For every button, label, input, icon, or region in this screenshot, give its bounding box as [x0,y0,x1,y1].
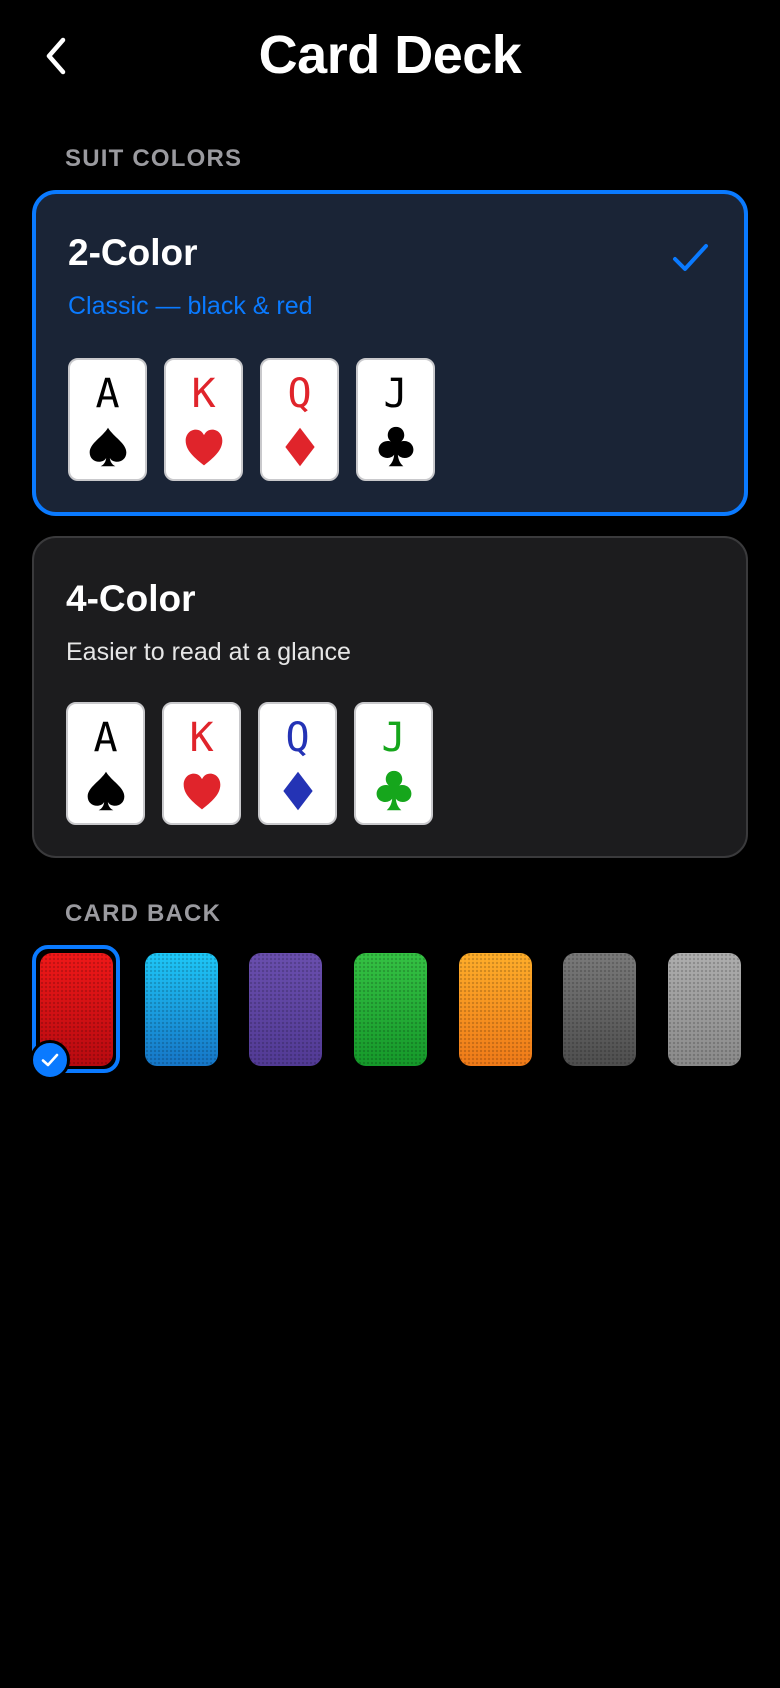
playing-card-a: A [68,358,147,481]
checkmark-icon [673,244,708,271]
card-back-pattern [668,953,741,1066]
heart-icon [166,425,241,469]
card-preview-row: AKQJ [66,702,433,825]
card-back-green[interactable] [354,953,427,1066]
diamond-icon [262,425,337,469]
card-back-orange[interactable] [459,953,532,1066]
playing-card-k: K [164,358,243,481]
card-back-pattern [354,953,427,1066]
club-icon [356,769,431,813]
playing-card-k: K [162,702,241,825]
card-back-picker [0,945,780,1080]
header: Card Deck [0,0,780,115]
card-back-purple[interactable] [249,953,322,1066]
card-back-pattern [563,953,636,1066]
suit-colors-section-label: SUIT COLORS [65,145,243,172]
option-subtitle: Classic — black & red [68,292,313,320]
card-back-dark-gray[interactable] [563,953,636,1066]
card-rank: K [189,715,214,761]
spade-icon [70,425,145,469]
selected-badge-check-icon [30,1040,70,1080]
option-2-color[interactable]: 2-Color Classic — black & red A K Q J [32,190,748,516]
option-subtitle: Easier to read at a glance [66,638,351,666]
card-back-section-label: CARD BACK [65,900,222,927]
card-rank: J [383,371,408,417]
card-back-light-gray[interactable] [668,953,741,1066]
card-preview-row: AKQJ [68,358,435,481]
diamond-icon [260,769,335,813]
card-rank: A [93,715,118,761]
card-deck-screen: Card Deck SUIT COLORS 2-Color Classic — … [0,0,780,1688]
card-back-pattern [145,953,218,1066]
card-rank: Q [287,371,312,417]
option-title: 2-Color [68,232,198,273]
playing-card-j: J [354,702,433,825]
club-icon [358,425,433,469]
card-back-pattern [249,953,322,1066]
card-rank: Q [285,715,310,761]
spade-icon [68,769,143,813]
page-title: Card Deck [258,25,522,85]
playing-card-j: J [356,358,435,481]
option-title: 4-Color [66,578,196,619]
playing-card-q: Q [258,702,337,825]
card-back-pattern [459,953,532,1066]
option-4-color[interactable]: 4-Color Easier to read at a glance A K Q J [32,536,748,858]
card-rank: K [191,371,216,417]
card-rank: A [95,371,120,417]
playing-card-a: A [66,702,145,825]
card-back-blue[interactable] [145,953,218,1066]
playing-card-q: Q [260,358,339,481]
heart-icon [164,769,239,813]
card-rank: J [381,715,406,761]
